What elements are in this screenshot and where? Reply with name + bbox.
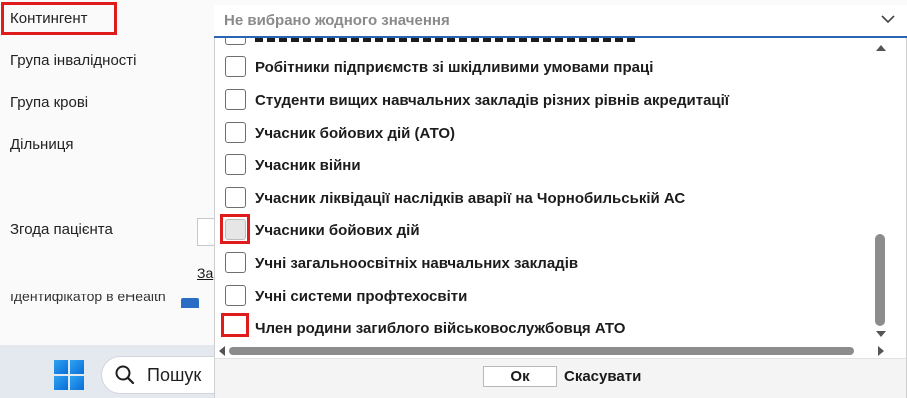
chevron-down-icon[interactable] xyxy=(879,12,897,26)
contingent-select-placeholder: Не вибрано жодного значення xyxy=(224,12,450,29)
option-label: Робітники підприємств зі шкідливими умов… xyxy=(255,59,654,76)
option-highlight-box xyxy=(221,313,249,337)
option-checkbox[interactable] xyxy=(225,219,246,240)
blood-group-label: Група крові xyxy=(10,94,89,111)
option-row-highlighted[interactable]: Учасники бойових дій xyxy=(215,214,875,246)
disability-group-label: Група інвалідності xyxy=(10,52,137,69)
vertical-scrollbar-thumb[interactable] xyxy=(875,234,885,326)
search-icon xyxy=(115,365,135,385)
option-label-cutoff xyxy=(255,38,635,42)
horizontal-scrollbar-thumb[interactable] xyxy=(229,347,854,355)
option-label: Учасник бойових дій (АТО) xyxy=(255,125,456,142)
option-label: Член родини загиблого військовослужбовця… xyxy=(255,320,626,337)
scroll-left-icon[interactable] xyxy=(216,345,228,357)
ehealth-id-label: Ідентифікатор в eHealth xyxy=(10,294,166,304)
patient-consent-label: Згода пацієнта xyxy=(10,221,113,238)
option-checkbox[interactable] xyxy=(225,89,246,110)
ok-button[interactable]: Ок xyxy=(483,366,557,387)
option-checkbox-cutoff[interactable] xyxy=(225,38,246,45)
consent-link[interactable]: За xyxy=(197,265,213,281)
option-label: Учасник ліквідації наслідків аварії на Ч… xyxy=(255,190,686,207)
option-row[interactable]: Учасник ліквідації наслідків аварії на Ч… xyxy=(215,182,875,214)
option-label: Учасники бойових дій xyxy=(255,222,420,239)
contingent-label: Контингент xyxy=(10,10,88,27)
option-checkbox[interactable] xyxy=(225,187,246,208)
contingent-dropdown: Робітники підприємств зі шкідливими умов… xyxy=(214,38,907,398)
scroll-right-icon[interactable] xyxy=(875,345,887,357)
option-label: Учні загальноосвітніх навчальних закладі… xyxy=(255,255,579,272)
district-label: Дільниця xyxy=(10,136,74,153)
dropdown-footer xyxy=(215,358,906,398)
option-row[interactable]: Студенти вищих навчальних закладів різни… xyxy=(215,84,875,116)
option-row[interactable]: Учні загальноосвітніх навчальних закладі… xyxy=(215,247,875,279)
option-row[interactable]: Робітники підприємств зі шкідливими умов… xyxy=(215,51,875,83)
scroll-down-icon[interactable] xyxy=(875,328,887,340)
option-checkbox[interactable] xyxy=(225,252,246,273)
windows-start-icon[interactable] xyxy=(54,360,84,390)
option-row-highlighted[interactable]: Член родини загиблого військовослужбовця… xyxy=(215,312,875,344)
ehealth-icon[interactable] xyxy=(181,298,199,308)
option-row[interactable]: Учасник війни xyxy=(215,149,875,181)
cancel-button[interactable]: Скасувати xyxy=(564,368,641,385)
option-checkbox[interactable] xyxy=(225,285,246,306)
option-checkbox[interactable] xyxy=(225,122,246,143)
scroll-up-icon[interactable] xyxy=(875,42,887,54)
option-row[interactable]: Учні системи профтехосвіти xyxy=(215,280,875,312)
option-label: Учні системи профтехосвіти xyxy=(255,288,468,305)
option-row[interactable]: Учасник бойових дій (АТО) xyxy=(215,117,875,149)
option-label: Студенти вищих навчальних закладів різни… xyxy=(255,92,730,109)
option-checkbox[interactable] xyxy=(225,154,246,175)
option-label: Учасник війни xyxy=(255,157,361,174)
taskbar-search-text: Пошук xyxy=(147,365,202,385)
option-checkbox[interactable] xyxy=(225,56,246,77)
